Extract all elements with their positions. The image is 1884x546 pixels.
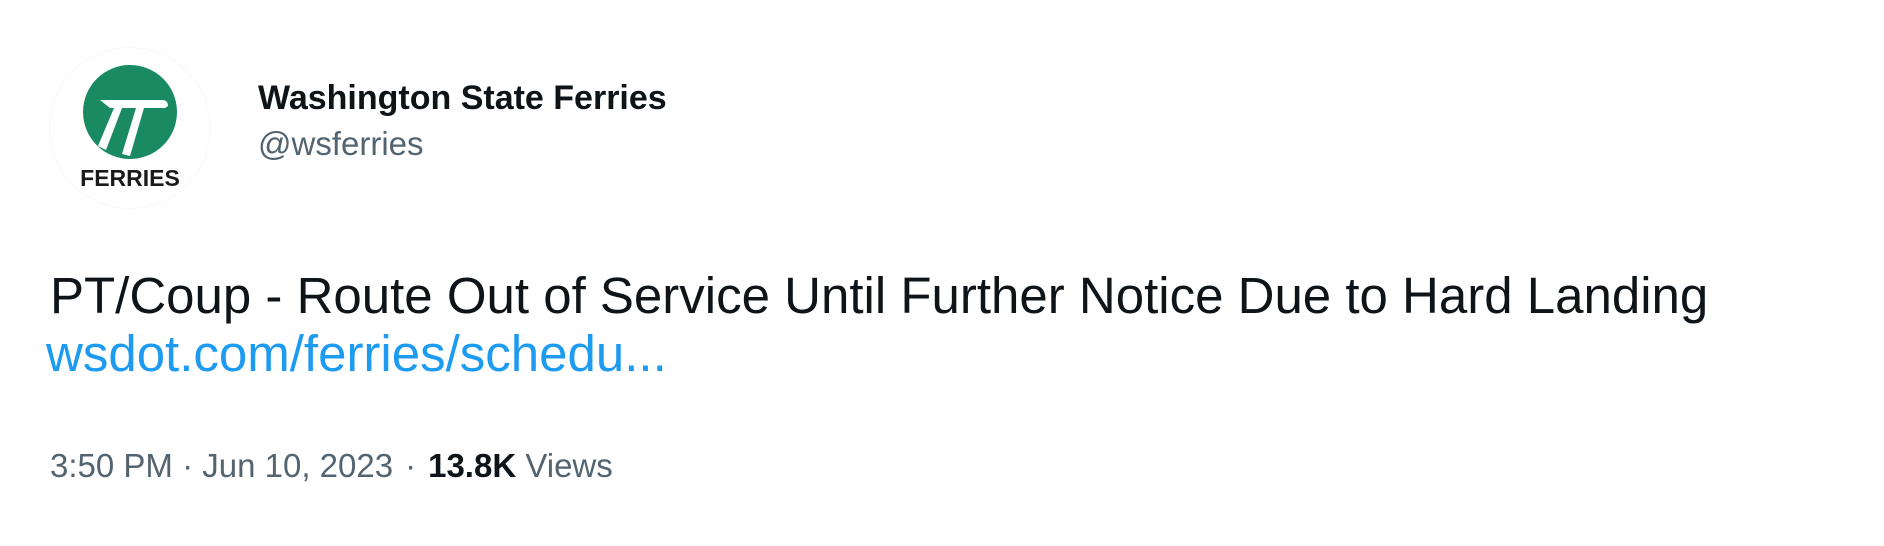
author-info: Washington State Ferries @wsferries	[258, 76, 667, 166]
tweet-text: PT/Coup - Route Out of Service Until Fur…	[50, 267, 1709, 324]
meta-separator: ·	[182, 447, 194, 484]
avatar[interactable]: FERRIES	[50, 48, 210, 208]
views-count: 13.8K	[428, 447, 517, 484]
tweet-meta: 3:50 PM · Jun 10, 2023 · 13.8K Views	[50, 444, 613, 488]
ferries-logo-icon: FERRIES	[50, 48, 210, 208]
author-handle[interactable]: @wsferries	[258, 122, 667, 166]
meta-separator: ·	[405, 447, 417, 484]
tweet-card: FERRIES Washington State Ferries @wsferr…	[0, 0, 1884, 546]
views-label: Views	[525, 447, 613, 484]
avatar-logo-text: FERRIES	[80, 165, 180, 191]
tweet-link[interactable]: wsdot.com/ferries/schedu...	[46, 324, 667, 384]
tweet-timestamp[interactable]: 3:50 PM · Jun 10, 2023	[50, 447, 393, 484]
tweet-time: 3:50 PM	[50, 447, 173, 484]
author-display-name[interactable]: Washington State Ferries	[258, 76, 667, 120]
tweet-date: Jun 10, 2023	[202, 447, 394, 484]
